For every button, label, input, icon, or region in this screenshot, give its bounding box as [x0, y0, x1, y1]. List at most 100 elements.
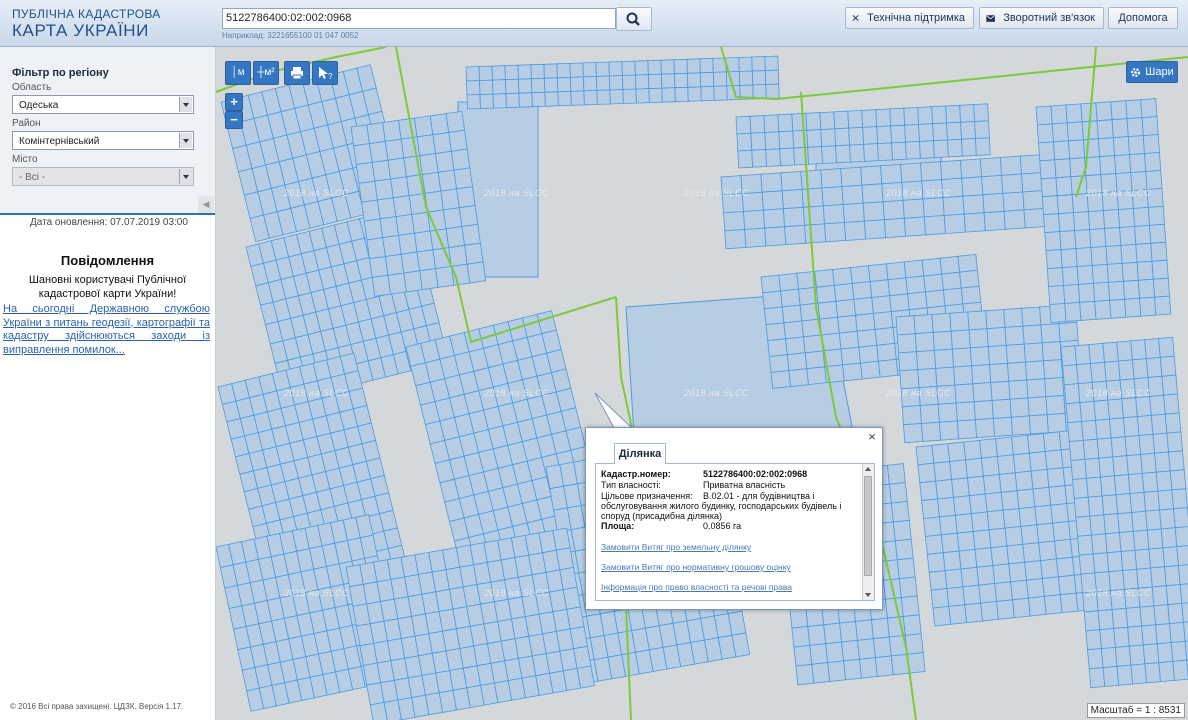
parcel[interactable]: [858, 344, 879, 364]
parcel[interactable]: [492, 79, 507, 95]
parcel[interactable]: [1124, 297, 1142, 318]
parcel[interactable]: [917, 106, 934, 125]
parcel[interactable]: [1105, 532, 1122, 554]
parcel[interactable]: [413, 115, 434, 138]
parcel[interactable]: [1156, 642, 1174, 664]
parcel[interactable]: [953, 365, 974, 386]
parcel[interactable]: [835, 298, 856, 318]
parcel[interactable]: [889, 293, 910, 313]
parcel[interactable]: [1091, 533, 1108, 555]
parcel[interactable]: [1132, 206, 1150, 227]
parcel[interactable]: [1046, 267, 1064, 288]
parcel[interactable]: [1103, 513, 1120, 535]
parcel[interactable]: [926, 552, 946, 573]
parcel[interactable]: [1089, 228, 1107, 248]
parcel[interactable]: [736, 132, 753, 152]
parcel[interactable]: [505, 92, 520, 109]
parcel[interactable]: [760, 274, 782, 294]
parcel[interactable]: [857, 638, 876, 660]
parcel[interactable]: [821, 186, 844, 207]
parcel[interactable]: [456, 186, 476, 209]
parcel[interactable]: [479, 79, 494, 95]
parcel[interactable]: [1137, 278, 1156, 299]
parcel[interactable]: [1174, 526, 1188, 548]
parcel[interactable]: [661, 87, 676, 103]
parcel[interactable]: [1012, 452, 1032, 474]
parcel[interactable]: [904, 633, 924, 655]
parcel[interactable]: [972, 529, 992, 550]
parcel[interactable]: [903, 107, 920, 126]
parcel[interactable]: [1030, 468, 1050, 490]
parcel[interactable]: [466, 94, 481, 110]
parcel[interactable]: [1048, 485, 1068, 506]
parcel[interactable]: [994, 581, 1013, 602]
parcel[interactable]: [1120, 243, 1138, 264]
parcel[interactable]: [959, 104, 976, 123]
parcel[interactable]: [737, 149, 754, 169]
parcel[interactable]: [928, 570, 948, 591]
parcel[interactable]: [833, 283, 855, 302]
parcel[interactable]: [369, 140, 389, 163]
parcel[interactable]: [837, 314, 858, 334]
parcel[interactable]: [779, 147, 796, 167]
parcel[interactable]: [1134, 224, 1152, 245]
parcel[interactable]: [1032, 486, 1052, 508]
parcel[interactable]: [1050, 503, 1070, 524]
parcel[interactable]: [981, 174, 1004, 196]
parcel[interactable]: [1052, 521, 1071, 542]
parcel[interactable]: [871, 617, 890, 640]
parcel[interactable]: [437, 169, 458, 192]
parcel[interactable]: [1176, 545, 1188, 567]
parcel[interactable]: [752, 84, 767, 100]
parcel[interactable]: [970, 511, 990, 532]
parcel[interactable]: [781, 304, 803, 324]
collapse-sidebar-button[interactable]: ◀: [198, 196, 214, 213]
parcel[interactable]: [923, 215, 946, 236]
cadastral-map[interactable]: [216, 47, 1188, 720]
parcel[interactable]: [1006, 543, 1026, 565]
parcel[interactable]: [942, 550, 962, 572]
parcel[interactable]: [1097, 609, 1115, 631]
oblast-select[interactable]: Одеська: [12, 95, 194, 114]
parcel[interactable]: [933, 348, 955, 369]
parcel[interactable]: [1060, 248, 1078, 269]
parcel[interactable]: [1106, 262, 1124, 283]
parcel[interactable]: [569, 76, 585, 92]
order-valuation-link[interactable]: Замовити Витяг про нормативну грошову оц…: [601, 562, 791, 572]
parcel[interactable]: [786, 352, 808, 372]
parcel[interactable]: [1070, 458, 1087, 480]
parcel[interactable]: [892, 519, 912, 542]
parcel[interactable]: [791, 112, 808, 132]
parcel[interactable]: [932, 122, 948, 142]
parcel[interactable]: [1141, 471, 1159, 493]
parcel[interactable]: [841, 184, 864, 205]
parcel[interactable]: [350, 124, 370, 147]
measure-area-tool[interactable]: ┼м²: [253, 61, 279, 85]
parcel[interactable]: [968, 493, 988, 515]
parcel[interactable]: [863, 219, 887, 240]
scroll-up-icon[interactable]: [865, 467, 871, 471]
parcel[interactable]: [1126, 454, 1143, 476]
parcel[interactable]: [699, 57, 714, 74]
parcel[interactable]: [1082, 138, 1101, 159]
parcel[interactable]: [1014, 470, 1034, 492]
parcel[interactable]: [416, 134, 436, 157]
parcel[interactable]: [763, 306, 785, 326]
parcel[interactable]: [1098, 456, 1115, 478]
parcel[interactable]: [1044, 449, 1064, 470]
parcel[interactable]: [1003, 209, 1026, 230]
parcel[interactable]: [764, 55, 779, 72]
parcel[interactable]: [1111, 118, 1129, 139]
parcel[interactable]: [842, 362, 863, 382]
parcel[interactable]: [765, 148, 782, 167]
parcel[interactable]: [1139, 605, 1157, 627]
map-view[interactable]: 2018 на SLCC 2018 на SLCC 2018 на SLCC 2…: [216, 47, 1188, 720]
identify-button[interactable]: ?: [312, 61, 338, 85]
parcel[interactable]: [1149, 394, 1166, 416]
parcel[interactable]: [743, 209, 766, 230]
parcel[interactable]: [1008, 561, 1027, 583]
parcel[interactable]: [608, 75, 624, 91]
parcel[interactable]: [366, 122, 386, 145]
parcel[interactable]: [582, 76, 598, 92]
parcel[interactable]: [390, 176, 410, 199]
